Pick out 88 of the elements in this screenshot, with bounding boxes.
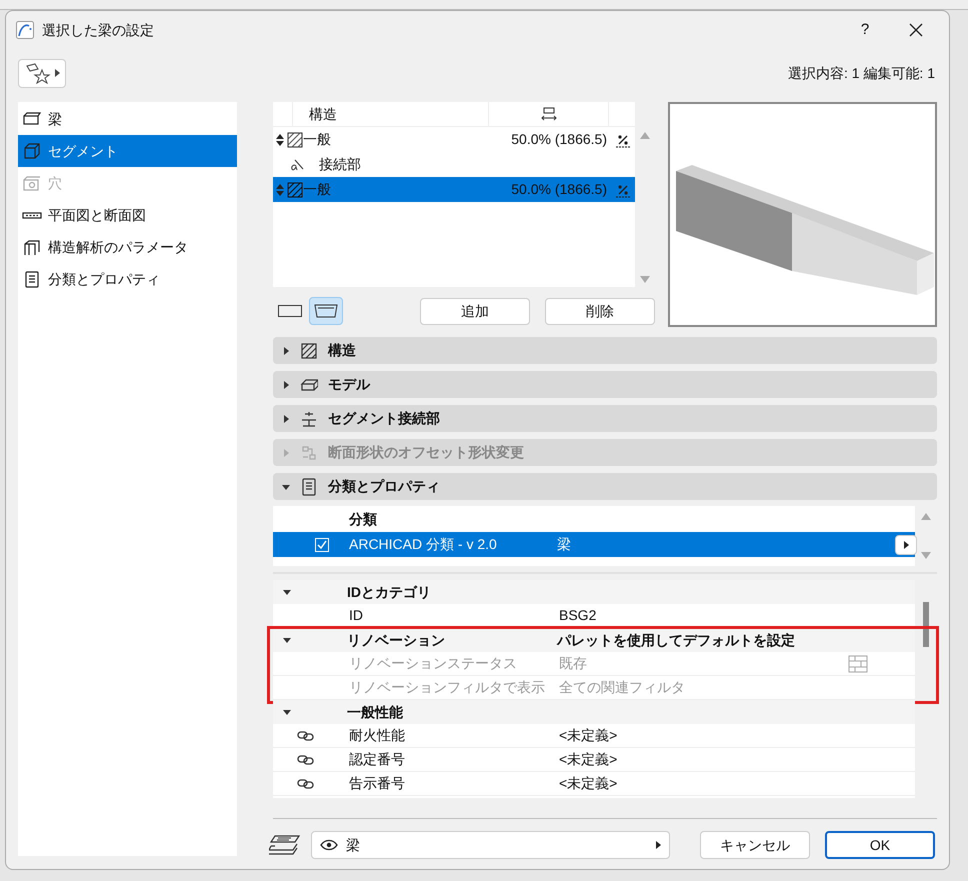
- section-header[interactable]: 分類とプロパティ: [273, 473, 937, 500]
- group-title: リノベーション: [347, 630, 446, 650]
- caret-icon: [54, 69, 60, 77]
- section-header[interactable]: セグメント接続部: [273, 405, 937, 432]
- column-header: 構造: [293, 102, 489, 126]
- section-header[interactable]: モデル: [273, 371, 937, 398]
- angle-icon: [291, 158, 305, 170]
- property-row[interactable]: 告示番号 <未定義>: [273, 772, 915, 796]
- property-name: リノベーションフィルタで表示: [349, 678, 546, 697]
- property-row[interactable]: 耐火性能 <未定義>: [273, 724, 915, 748]
- link-icon: [297, 778, 315, 788]
- triangle-icon[interactable]: [282, 346, 290, 354]
- beam-profile-icon: [314, 304, 338, 318]
- group-title: IDとカテゴリ: [347, 582, 432, 602]
- segment-name: 一般: [303, 180, 332, 199]
- sidebar-item[interactable]: セグメント: [18, 135, 237, 167]
- section-header[interactable]: 構造: [273, 337, 937, 364]
- view-toggle[interactable]: [309, 297, 343, 325]
- cancel-button[interactable]: キャンセル: [700, 831, 810, 859]
- segment-length: 50.0% (1866.5): [511, 130, 607, 149]
- star-icon: [24, 62, 52, 84]
- caret-icon: [656, 841, 661, 849]
- sidebar-item[interactable]: 構造解析のパラメータ: [18, 231, 237, 263]
- analysis-icon: [22, 238, 42, 256]
- column-header: 分類: [349, 510, 377, 529]
- property-value: BSG2: [559, 606, 598, 625]
- sidebar-item[interactable]: 梁: [18, 103, 237, 135]
- property-name: 認定番号: [349, 750, 406, 769]
- checkbox[interactable]: [315, 538, 329, 552]
- connector-icon: [300, 410, 318, 428]
- help-button[interactable]: ?: [845, 15, 885, 45]
- link-icon: [297, 754, 315, 764]
- property-name: 告示番号: [349, 774, 406, 793]
- group-header[interactable]: リノベーション パレットを使用してデフォルトを設定: [273, 628, 915, 652]
- property-value: <未定義>: [559, 774, 618, 793]
- layers-icon: [269, 834, 301, 856]
- group-header[interactable]: 一般性能: [273, 700, 915, 724]
- classification-system: ARCHICAD 分類 - v 2.0: [349, 535, 498, 554]
- segment-name: 一般: [303, 130, 332, 149]
- segment-icon: [22, 142, 42, 160]
- segment-button[interactable]: 追加: [420, 298, 530, 324]
- offset-icon: [300, 444, 318, 462]
- segment-button[interactable]: 削除: [545, 298, 655, 324]
- sidebar-item[interactable]: 平面図と断面図: [18, 199, 237, 231]
- property-value: 全ての関連フィルタ: [559, 678, 686, 697]
- window-title: 選択した梁の設定: [42, 20, 155, 40]
- hole-icon: [22, 174, 42, 192]
- group-header[interactable]: IDとカテゴリ: [273, 580, 915, 604]
- triangle-icon[interactable]: [282, 482, 290, 490]
- group-title: 一般性能: [347, 702, 404, 722]
- classification-row[interactable]: ARCHICAD 分類 - v 2.0 梁: [273, 532, 915, 557]
- app-logo-icon: [16, 21, 34, 39]
- hatch-icon: [287, 132, 303, 148]
- link-icon: [297, 730, 315, 740]
- property-name: 耐火性能: [349, 726, 406, 745]
- group-value: パレットを使用してデフォルトを設定: [557, 630, 795, 650]
- expand-button[interactable]: [895, 534, 917, 554]
- triangle-icon[interactable]: [282, 414, 290, 422]
- segment-length: 50.0% (1866.5): [511, 180, 607, 199]
- triangle-icon[interactable]: [283, 588, 291, 596]
- sidebar-item[interactable]: 分類とプロパティ: [18, 263, 237, 295]
- property-value: <未定義>: [559, 726, 618, 745]
- property-value: <未定義>: [559, 750, 618, 769]
- triangle-icon[interactable]: [283, 636, 291, 644]
- property-row[interactable]: ID BSG2: [273, 604, 915, 628]
- triangle-icon[interactable]: [282, 380, 290, 388]
- layer-dropdown[interactable]: 梁: [311, 831, 670, 859]
- close-icon: [909, 23, 923, 37]
- property-name: ID: [349, 606, 364, 625]
- caret-icon: [904, 540, 908, 548]
- classification-value: 梁: [557, 535, 572, 554]
- ok-button[interactable]: OK: [825, 831, 935, 859]
- rectangle-icon: [278, 305, 302, 317]
- joint-row[interactable]: 接続部: [273, 152, 635, 177]
- hatch-icon: [287, 182, 303, 198]
- selection-info: 選択内容: 1 編集可能: 1: [788, 64, 936, 82]
- width-icon: [540, 106, 556, 122]
- reorder-icon[interactable]: [276, 134, 284, 146]
- property-value: 既存: [559, 654, 588, 673]
- hatch-icon: [300, 342, 318, 360]
- eye-icon: [320, 839, 338, 851]
- scrollbar-thumb[interactable]: [923, 602, 929, 647]
- triangle-icon[interactable]: [283, 708, 291, 716]
- document-icon: [300, 478, 318, 496]
- favorites-button[interactable]: [18, 58, 66, 88]
- property-name: リノベーションステータス: [349, 654, 518, 673]
- segment-row[interactable]: 一般 50.0% (1866.5): [273, 127, 635, 152]
- property-row[interactable]: 認定番号 <未定義>: [273, 748, 915, 772]
